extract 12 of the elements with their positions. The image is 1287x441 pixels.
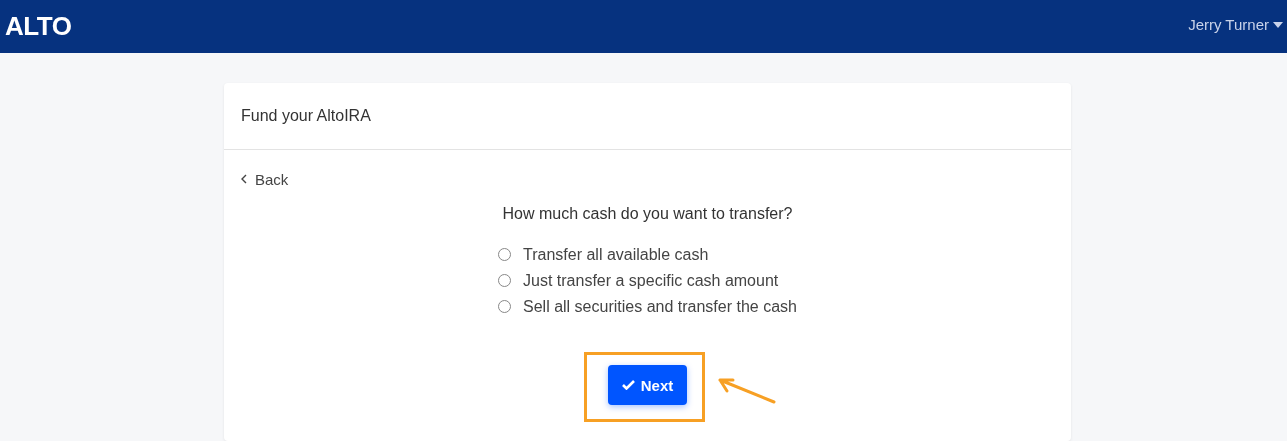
option-label[interactable]: Transfer all available cash (523, 245, 709, 264)
user-menu[interactable]: Jerry Turner (1188, 16, 1283, 33)
back-link[interactable]: Back (241, 170, 289, 188)
option-label[interactable]: Just transfer a specific cash amount (523, 271, 779, 290)
logo[interactable]: ALTO (5, 11, 72, 42)
question-text: How much cash do you want to transfer? (502, 205, 793, 223)
next-button[interactable]: Next (607, 365, 688, 405)
card-title: Fund your AltoIRA (241, 107, 371, 125)
checkmark-icon (621, 380, 635, 390)
caret-icon (1273, 21, 1283, 28)
chevron-left-icon (241, 174, 247, 184)
option-label[interactable]: Sell all securities and transfer the cash (523, 297, 797, 316)
